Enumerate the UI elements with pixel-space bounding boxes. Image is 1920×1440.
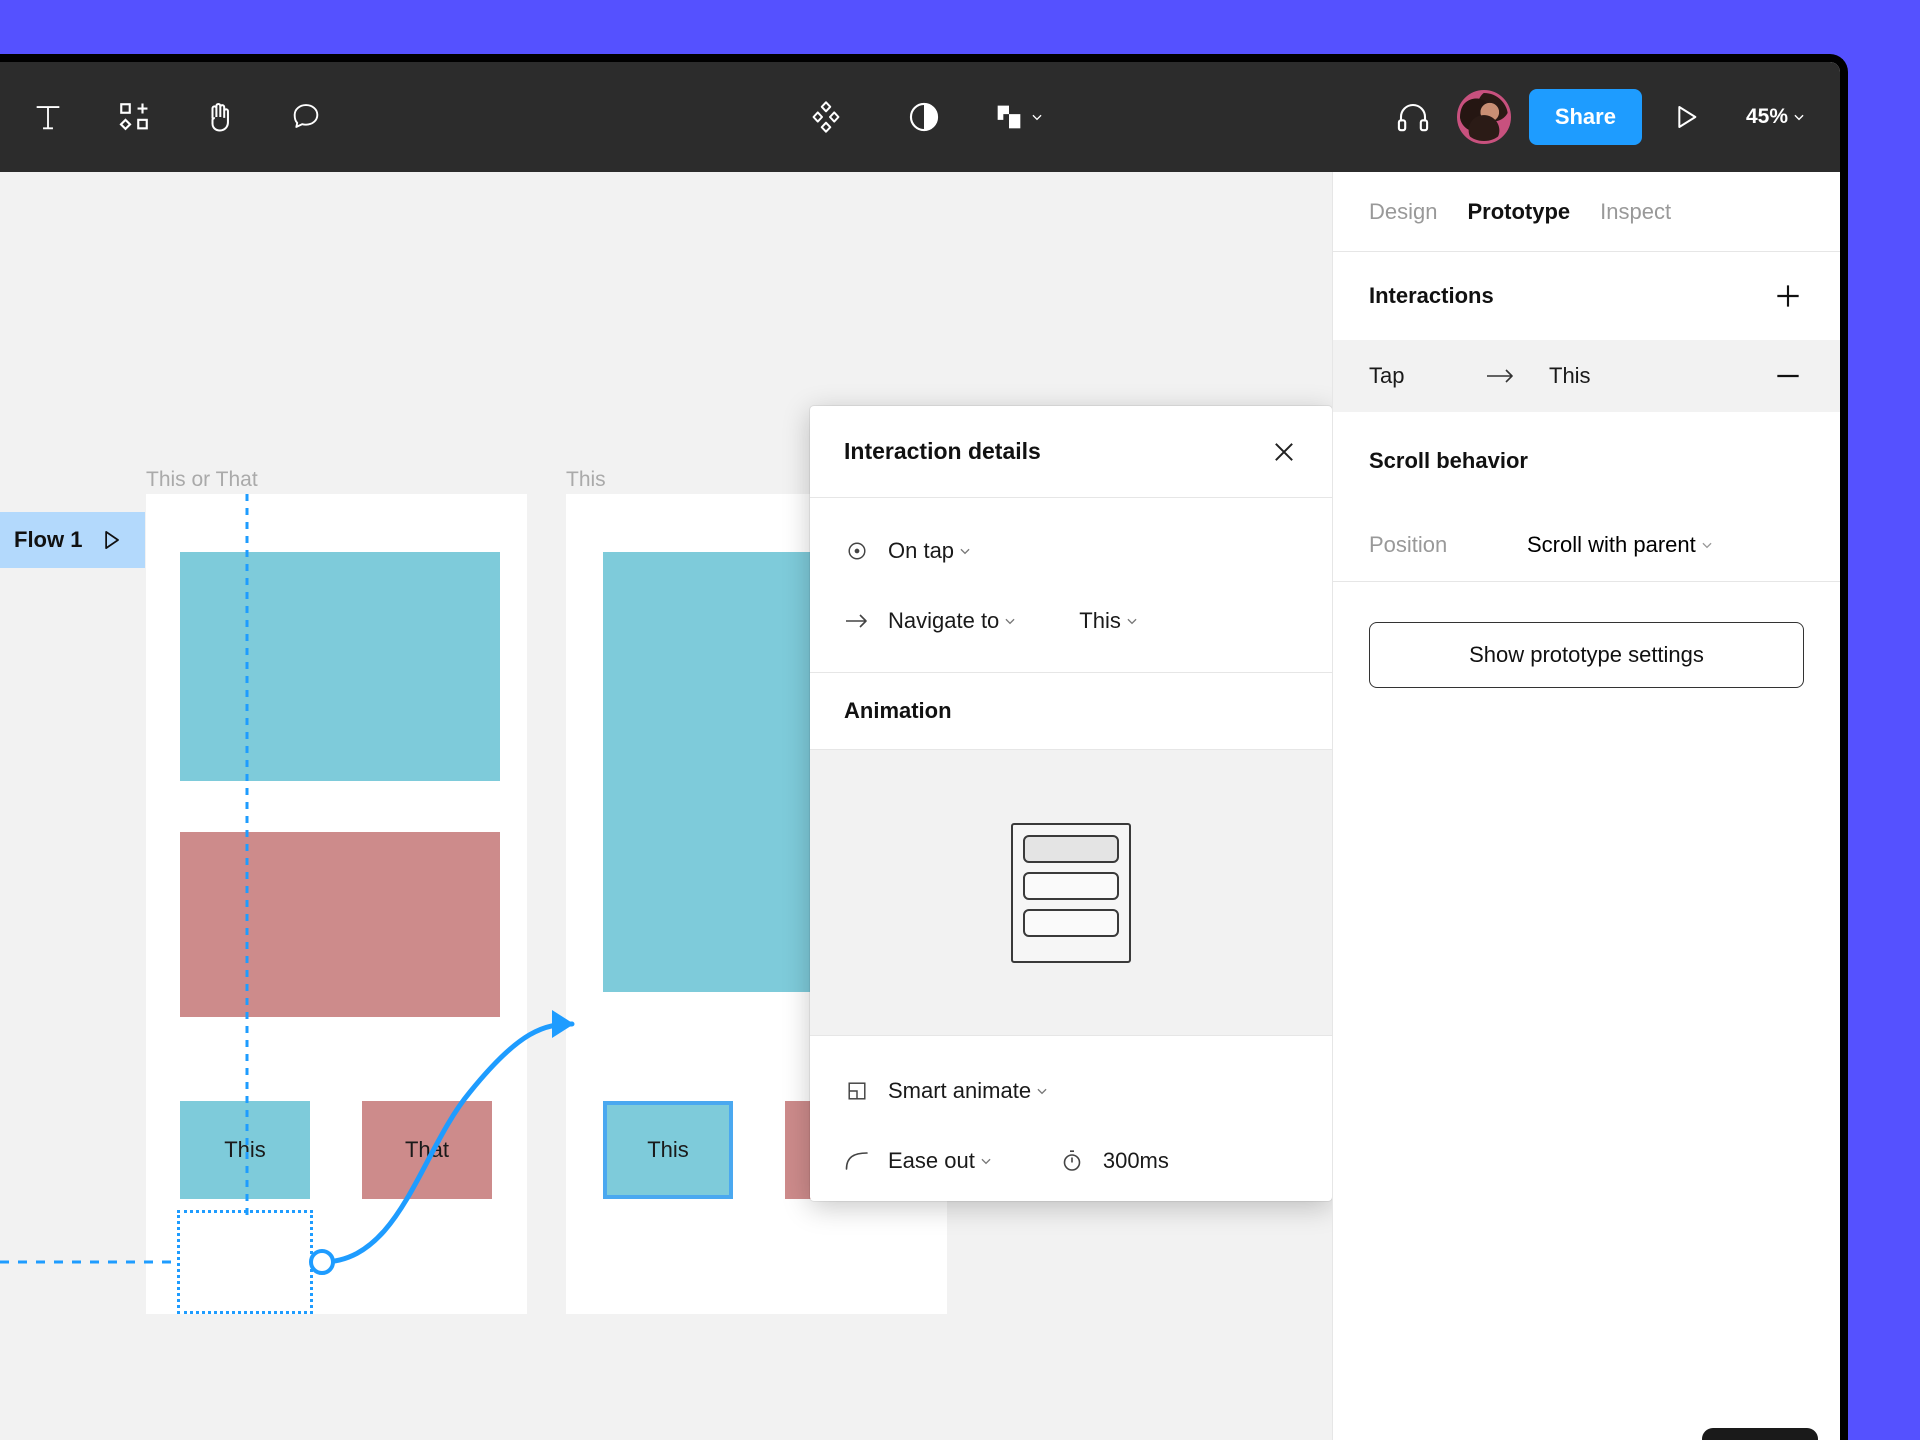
action-row: Navigate to This xyxy=(810,586,1332,656)
arrow-right-icon xyxy=(1485,366,1549,386)
chevron-down-icon xyxy=(1037,1088,1047,1095)
play-icon[interactable] xyxy=(98,527,124,553)
chevron-down-icon xyxy=(1005,618,1015,625)
chip-this-source[interactable]: This xyxy=(180,1101,310,1199)
toolbar-right-group: Share 45% xyxy=(1377,81,1816,153)
chevron-down-icon xyxy=(1794,114,1804,121)
chip-this-label: This xyxy=(224,1137,266,1162)
trigger-row: On tap xyxy=(810,516,1332,586)
animation-preview xyxy=(810,750,1332,1036)
animation-type-label: Smart animate xyxy=(888,1078,1032,1103)
modal-footer: Smart animate Ease out 300ms xyxy=(810,1056,1332,1196)
diamond-grid-tool[interactable] xyxy=(790,81,862,153)
toolbar-center-group xyxy=(790,81,1050,153)
flow-badge[interactable]: Flow 1 xyxy=(0,512,145,568)
chip-that-label: That xyxy=(404,1137,450,1162)
tab-design[interactable]: Design xyxy=(1369,199,1437,225)
interaction-row[interactable]: Tap This xyxy=(1333,340,1840,412)
frame-this-or-that[interactable]: This That xyxy=(146,494,527,1314)
boolean-tool[interactable] xyxy=(986,81,1050,153)
flow-badge-label: Flow 1 xyxy=(14,527,83,552)
zoom-control[interactable]: 45% xyxy=(1736,89,1816,145)
text-tool[interactable] xyxy=(12,81,84,153)
easing-label: Ease out xyxy=(888,1148,975,1173)
stopwatch-icon xyxy=(1059,1149,1085,1173)
easing-row: Ease out 300ms xyxy=(810,1126,1332,1196)
tab-inspect[interactable]: Inspect xyxy=(1600,199,1671,225)
target-icon xyxy=(844,540,870,562)
chip-this-target-label: This xyxy=(647,1137,689,1162)
chevron-down-icon xyxy=(981,1158,991,1165)
frame-label-this[interactable]: This xyxy=(566,468,606,492)
modal-header: Interaction details xyxy=(810,406,1332,498)
chevron-down-icon xyxy=(1127,618,1137,625)
toolbar-left-group xyxy=(12,81,342,153)
position-label: Position xyxy=(1369,531,1448,557)
comment-tool[interactable] xyxy=(270,81,342,153)
animation-type-row: Smart animate xyxy=(810,1056,1332,1126)
destination-select[interactable]: This xyxy=(1079,608,1139,634)
avatar[interactable] xyxy=(1456,90,1511,144)
chevron-down-icon xyxy=(1032,114,1042,121)
easing-select[interactable]: Ease out xyxy=(888,1148,993,1174)
plus-icon[interactable] xyxy=(1772,280,1804,312)
zoom-level-label: 45% xyxy=(1745,105,1788,128)
arrow-right-icon xyxy=(844,610,870,632)
trigger-select[interactable]: On tap xyxy=(888,538,972,564)
action-label: Navigate to xyxy=(888,608,1000,633)
present-button[interactable] xyxy=(1650,81,1722,153)
show-prototype-settings-button[interactable]: Show prototype settings xyxy=(1369,622,1804,688)
interaction-trigger: Tap xyxy=(1369,363,1405,388)
connection-handle[interactable] xyxy=(309,1249,335,1275)
duration-value[interactable]: 300ms xyxy=(1103,1148,1169,1174)
panel-tabs: Design Prototype Inspect xyxy=(1333,172,1840,252)
contrast-tool[interactable] xyxy=(888,81,960,153)
interaction-details-modal[interactable]: Interaction details On tap Navigate to T… xyxy=(810,406,1332,1201)
interaction-destination: This xyxy=(1549,363,1591,388)
right-panel: Design Prototype Inspect Interactions Ta… xyxy=(1332,172,1840,1440)
smart-animate-preview-icon xyxy=(1011,822,1131,963)
selection-outline-this xyxy=(177,1210,313,1314)
chevron-down-icon xyxy=(960,548,970,555)
chevron-down-icon xyxy=(1702,542,1712,548)
modal-trigger-section: On tap Navigate to This xyxy=(810,498,1332,656)
minus-icon[interactable] xyxy=(1772,360,1804,392)
block-rose-1[interactable] xyxy=(180,832,500,1017)
block-teal-1[interactable] xyxy=(180,552,500,781)
components-tool[interactable] xyxy=(98,81,170,153)
app-window: Share 45% This or That This This That Th… xyxy=(0,54,1848,1440)
chip-this-target[interactable]: This xyxy=(603,1101,733,1199)
position-select[interactable]: Scroll with parent xyxy=(1527,532,1714,558)
animation-type-select[interactable]: Smart animate xyxy=(888,1078,1049,1104)
modal-title: Interaction details xyxy=(844,438,1041,464)
headphones-icon[interactable] xyxy=(1377,81,1449,153)
destination-label: This xyxy=(1079,608,1121,633)
scroll-behavior-title: Scroll behavior xyxy=(1369,447,1528,473)
interactions-header: Interactions xyxy=(1333,252,1840,340)
trigger-label: On tap xyxy=(888,538,955,563)
close-icon[interactable] xyxy=(1270,438,1298,466)
ease-curve-icon xyxy=(844,1151,870,1171)
chip-that[interactable]: That xyxy=(362,1101,492,1199)
toolbar: Share 45% xyxy=(0,62,1840,172)
hand-tool[interactable] xyxy=(184,81,256,153)
animation-heading: Animation xyxy=(810,672,1332,750)
position-value: Scroll with parent xyxy=(1527,531,1696,557)
scroll-behavior-header: Scroll behavior xyxy=(1333,412,1840,508)
smart-animate-icon xyxy=(844,1080,870,1102)
tab-prototype[interactable]: Prototype xyxy=(1467,199,1570,225)
interactions-title: Interactions xyxy=(1369,283,1494,308)
frame-label-this-or-that[interactable]: This or That xyxy=(146,468,258,492)
bottom-pill-indicator xyxy=(1702,1428,1818,1440)
position-row: Position Scroll with parent xyxy=(1333,508,1840,582)
action-select[interactable]: Navigate to xyxy=(888,608,1017,634)
share-button[interactable]: Share xyxy=(1528,89,1642,145)
